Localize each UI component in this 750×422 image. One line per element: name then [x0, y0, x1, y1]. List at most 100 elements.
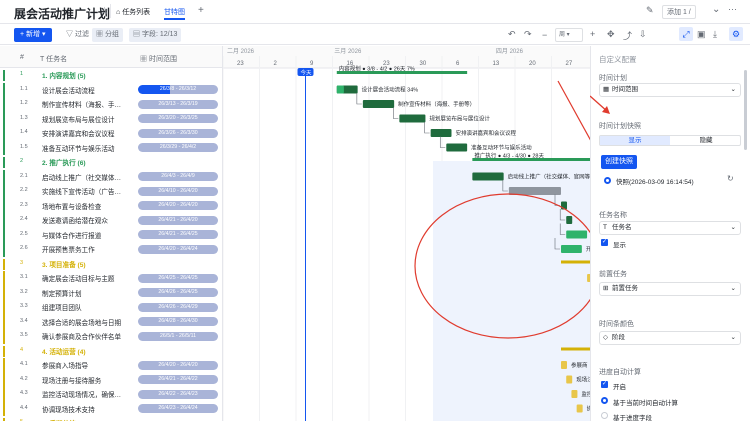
download-icon[interactable]: ⤓ [713, 29, 717, 40]
show-segment[interactable]: 显示 [600, 136, 670, 145]
time-range-pill[interactable]: 26/4/20 - 26/4/20 [138, 360, 218, 370]
table-row[interactable]: 3.2 制定预算计划 26/4/26 - 26/4/25 [0, 285, 222, 300]
time-range-pill[interactable]: 26/5/1 - 26/5/11 [138, 331, 218, 341]
pre-task-select[interactable]: 前置任务 ⌄ ⊞ [599, 282, 741, 296]
time-range-pill[interactable]: 26/4/22 - 26/4/23 [138, 389, 218, 399]
task-bar[interactable] [576, 404, 583, 413]
panel-scrollbar[interactable] [744, 70, 747, 150]
table-row[interactable]: 4.3 监控活动现场情况，确保… 26/4/22 - 26/4/23 [0, 387, 222, 402]
time-range-pill[interactable]: 26/3/26 - 26/3/30 [138, 128, 218, 138]
create-snapshot-button[interactable]: 创建快照 [601, 155, 637, 169]
pan-icon[interactable]: ✥ [607, 29, 615, 40]
time-plan-select[interactable]: 时间范围 ⌄ ▦ [599, 83, 741, 97]
table-row[interactable]: 2.3 场地布置与设备检查 26/4/20 - 26/4/20 [0, 198, 222, 213]
show-checkbox[interactable]: ✓ [601, 239, 608, 246]
table-row[interactable]: 1.3 规划展览布局与展位设计 26/3/20 - 26/3/25 [0, 111, 222, 126]
tab-gantt[interactable]: 甘特图 [164, 6, 185, 20]
table-row[interactable]: 1.4 安排演讲嘉宾和会议议程 26/3/26 - 26/3/30 [0, 126, 222, 141]
export-icon[interactable]: ⇩ [639, 29, 647, 40]
task-bar[interactable] [446, 143, 468, 152]
task-bar[interactable] [362, 100, 395, 108]
zoom-out-icon[interactable]: − [542, 30, 547, 40]
redo-icon[interactable]: ↷ [524, 29, 532, 40]
task-bar[interactable] [566, 216, 573, 224]
pin-icon[interactable]: ✎ [646, 5, 654, 16]
settings-icon[interactable]: ⚙ [729, 27, 743, 41]
time-range-pill[interactable]: 26/3/13 - 26/3/19 [138, 99, 218, 109]
time-range-pill[interactable]: 26/4/10 - 26/4/20 [138, 186, 218, 196]
bar-color-select[interactable]: 阶段 ⌄ ◇ [599, 331, 741, 345]
time-range-pill[interactable]: 26/4/21 - 26/4/22 [138, 375, 218, 384]
group-row[interactable]: 3 3. 项目准备 (5) [0, 257, 222, 272]
time-range-pill[interactable]: 26/4/26 - 26/4/25 [138, 288, 218, 297]
tab-task-list[interactable]: ⌂ 任务列表 [116, 6, 150, 20]
col-num-header: # [20, 54, 24, 61]
table-row[interactable]: 2.4 发送邀请函给潜在观众 26/4/21 - 26/4/20 [0, 213, 222, 228]
image-export-icon[interactable]: ▣ [697, 29, 706, 40]
table-row[interactable]: 3.1 确定展会活动目标与主题 26/4/25 - 26/4/25 [0, 271, 222, 286]
col-name-header[interactable]: T 任务名 [40, 54, 67, 64]
table-row[interactable]: 2.2 实施线下宣传活动（广告… 26/4/10 - 26/4/20 [0, 184, 222, 199]
summary-bar[interactable] [561, 347, 590, 351]
table-row[interactable]: 3.5 确认参展商及合作伙伴名单 26/5/1 - 26/5/11 [0, 329, 222, 344]
zoom-select[interactable]: 周 ▾ [555, 28, 583, 42]
table-row[interactable]: 3.4 选择合适的展会场地与日期 26/4/28 - 26/4/30 [0, 314, 222, 329]
time-range-pill[interactable]: 26/4/25 - 26/4/25 [138, 273, 218, 283]
enable-checkbox[interactable]: ✓ [601, 381, 608, 388]
time-range-pill[interactable]: 26/4/3 - 26/4/9 [138, 172, 218, 181]
task-bar[interactable] [566, 230, 588, 239]
time-range-pill[interactable]: 26/3/29 - 26/4/2 [138, 143, 218, 152]
time-range-pill[interactable]: 26/4/26 - 26/4/29 [138, 302, 218, 312]
critical-path-icon[interactable]: ⤴ [623, 29, 632, 42]
snapshot-radio[interactable] [604, 177, 611, 184]
group-row[interactable]: 2 2. 推广执行 (6) [0, 155, 222, 170]
chevron-down-icon[interactable]: ⌄ [712, 4, 720, 15]
star-icon[interactable]: ☆ [100, 6, 109, 17]
time-range-pill[interactable]: 26/4/28 - 26/4/30 [138, 317, 218, 326]
filter-button[interactable]: ▽ 过滤 [62, 28, 93, 42]
task-bar[interactable] [561, 245, 582, 253]
table-row[interactable]: 1.5 准备互动环节与娱乐活动 26/3/29 - 26/4/2 [0, 140, 222, 155]
table-row[interactable]: 4.4 协调现场技术支持 26/4/23 - 26/4/24 [0, 401, 222, 416]
task-bar[interactable] [571, 390, 578, 398]
table-row[interactable]: 2.6 开展预售票务工作 26/4/20 - 26/4/24 [0, 242, 222, 257]
time-range-pill[interactable]: 26/3/8 - 26/3/12 [138, 85, 218, 94]
fields-button[interactable]: ▤ 字段: 12/13 [129, 28, 182, 42]
hide-segment[interactable]: 隐藏 [671, 136, 741, 145]
table-row[interactable]: 2.1 启动线上推广（社交媒体… 26/4/3 - 26/4/9 [0, 169, 222, 184]
auto-time-radio[interactable] [601, 397, 608, 404]
time-range-pill[interactable]: 26/4/21 - 26/4/25 [138, 230, 218, 239]
plus-icon[interactable]: + [590, 29, 595, 39]
task-bar[interactable] [566, 375, 573, 384]
summary-bar[interactable] [561, 260, 590, 264]
table-row[interactable]: 4.2 现场注册与接待服务 26/4/21 - 26/4/22 [0, 372, 222, 387]
add-tab-icon[interactable]: + [198, 5, 204, 16]
group-row[interactable]: 4 4. 活动运营 (4) [0, 344, 222, 359]
col-time-header[interactable]: ▦ 时间范围 [140, 54, 177, 64]
task-bar[interactable] [399, 114, 426, 123]
table-row[interactable]: 1.2 制作宣传材料（海报、手… 26/3/13 - 26/3/19 [0, 97, 222, 112]
group-row[interactable]: 1 1. 内容规划 (5) [0, 68, 222, 83]
task-name-select[interactable]: 任务名 ⌄ T [599, 221, 741, 235]
new-button[interactable]: + 新增 ▾ [14, 28, 52, 42]
time-range-pill[interactable]: 26/3/20 - 26/3/25 [138, 114, 218, 123]
refresh-icon[interactable]: ↻ [727, 174, 734, 183]
more-icon[interactable]: ··· [728, 4, 737, 14]
task-bar[interactable] [430, 129, 452, 137]
time-range-pill[interactable]: 26/4/20 - 26/4/20 [138, 201, 218, 210]
table-row[interactable]: 1.1 设计展会活动流程 26/3/8 - 26/3/12 [0, 82, 222, 97]
time-range-pill[interactable]: 26/4/21 - 26/4/20 [138, 215, 218, 225]
group-button[interactable]: ▦ 分组 [92, 28, 123, 42]
time-range-pill[interactable]: 26/4/23 - 26/4/24 [138, 404, 218, 413]
task-bar[interactable] [472, 172, 504, 181]
undo-icon[interactable]: ↶ [508, 29, 516, 40]
add-member-button[interactable]: 添加 1 / [662, 5, 696, 19]
progress-field-radio[interactable] [601, 412, 608, 419]
table-row[interactable]: 2.5 与媒体合作进行报道 26/4/21 - 26/4/25 [0, 227, 222, 242]
table-row[interactable]: 3.3 组建项目团队 26/4/26 - 26/4/29 [0, 300, 222, 315]
time-range-pill[interactable]: 26/4/20 - 26/4/24 [138, 244, 218, 254]
task-bar[interactable] [561, 361, 567, 369]
fit-screen-icon[interactable]: ⤢ [679, 27, 693, 41]
group-row[interactable]: 55. 后期总结 (4) [0, 416, 222, 421]
table-row[interactable]: 4.1 参展商入场指导 26/4/20 - 26/4/20 [0, 358, 222, 373]
